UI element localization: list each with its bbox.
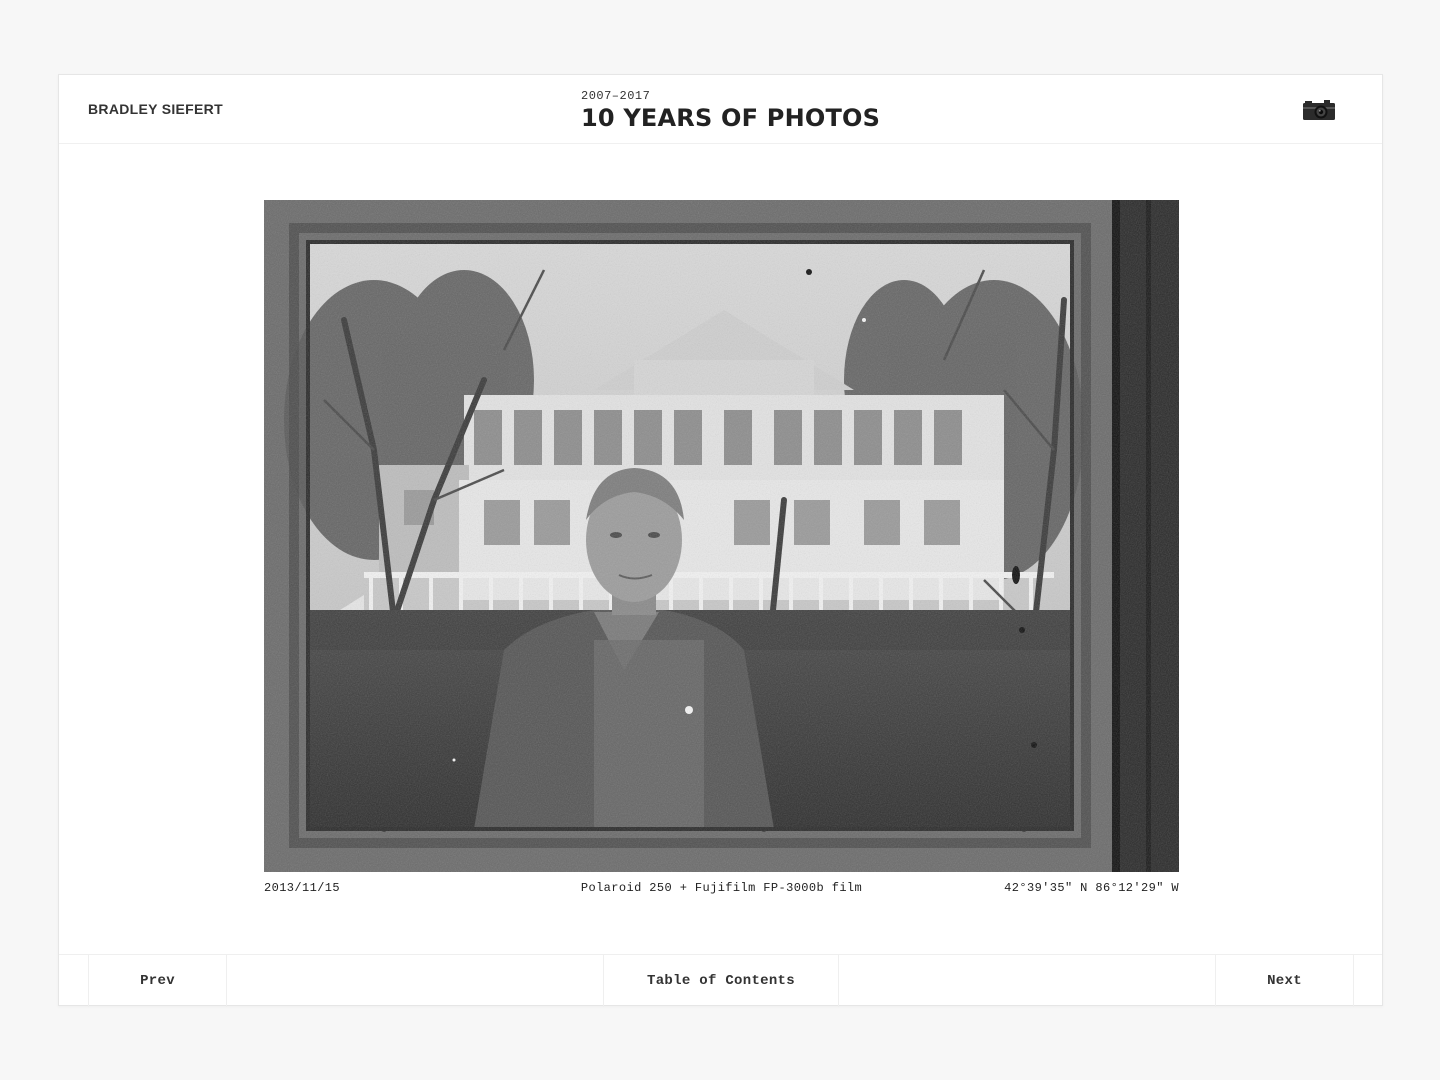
next-button[interactable]: Next	[1215, 955, 1354, 1007]
title-block: 2007–2017 10 YEARS OF PHOTOS	[581, 89, 880, 132]
page-title: 10 YEARS OF PHOTOS	[581, 104, 881, 132]
gallery-card: BRADLEY SIEFERT 2007–2017 10 YEARS OF PH…	[58, 74, 1383, 1007]
year-range: 2007–2017	[581, 89, 651, 103]
camera-icon[interactable]	[1302, 99, 1336, 121]
page-header: BRADLEY SIEFERT 2007–2017 10 YEARS OF PH…	[59, 75, 1382, 144]
polaroid-photo	[264, 200, 1179, 872]
photo-coordinates: 42°39′35″ N 86°12′29″ W	[1004, 881, 1179, 895]
author-name[interactable]: BRADLEY SIEFERT	[88, 101, 223, 117]
prev-button[interactable]: Prev	[88, 955, 227, 1007]
table-of-contents-button[interactable]: Table of Contents	[603, 955, 839, 1007]
page-footer-nav: Prev Table of Contents Next	[59, 954, 1382, 1007]
